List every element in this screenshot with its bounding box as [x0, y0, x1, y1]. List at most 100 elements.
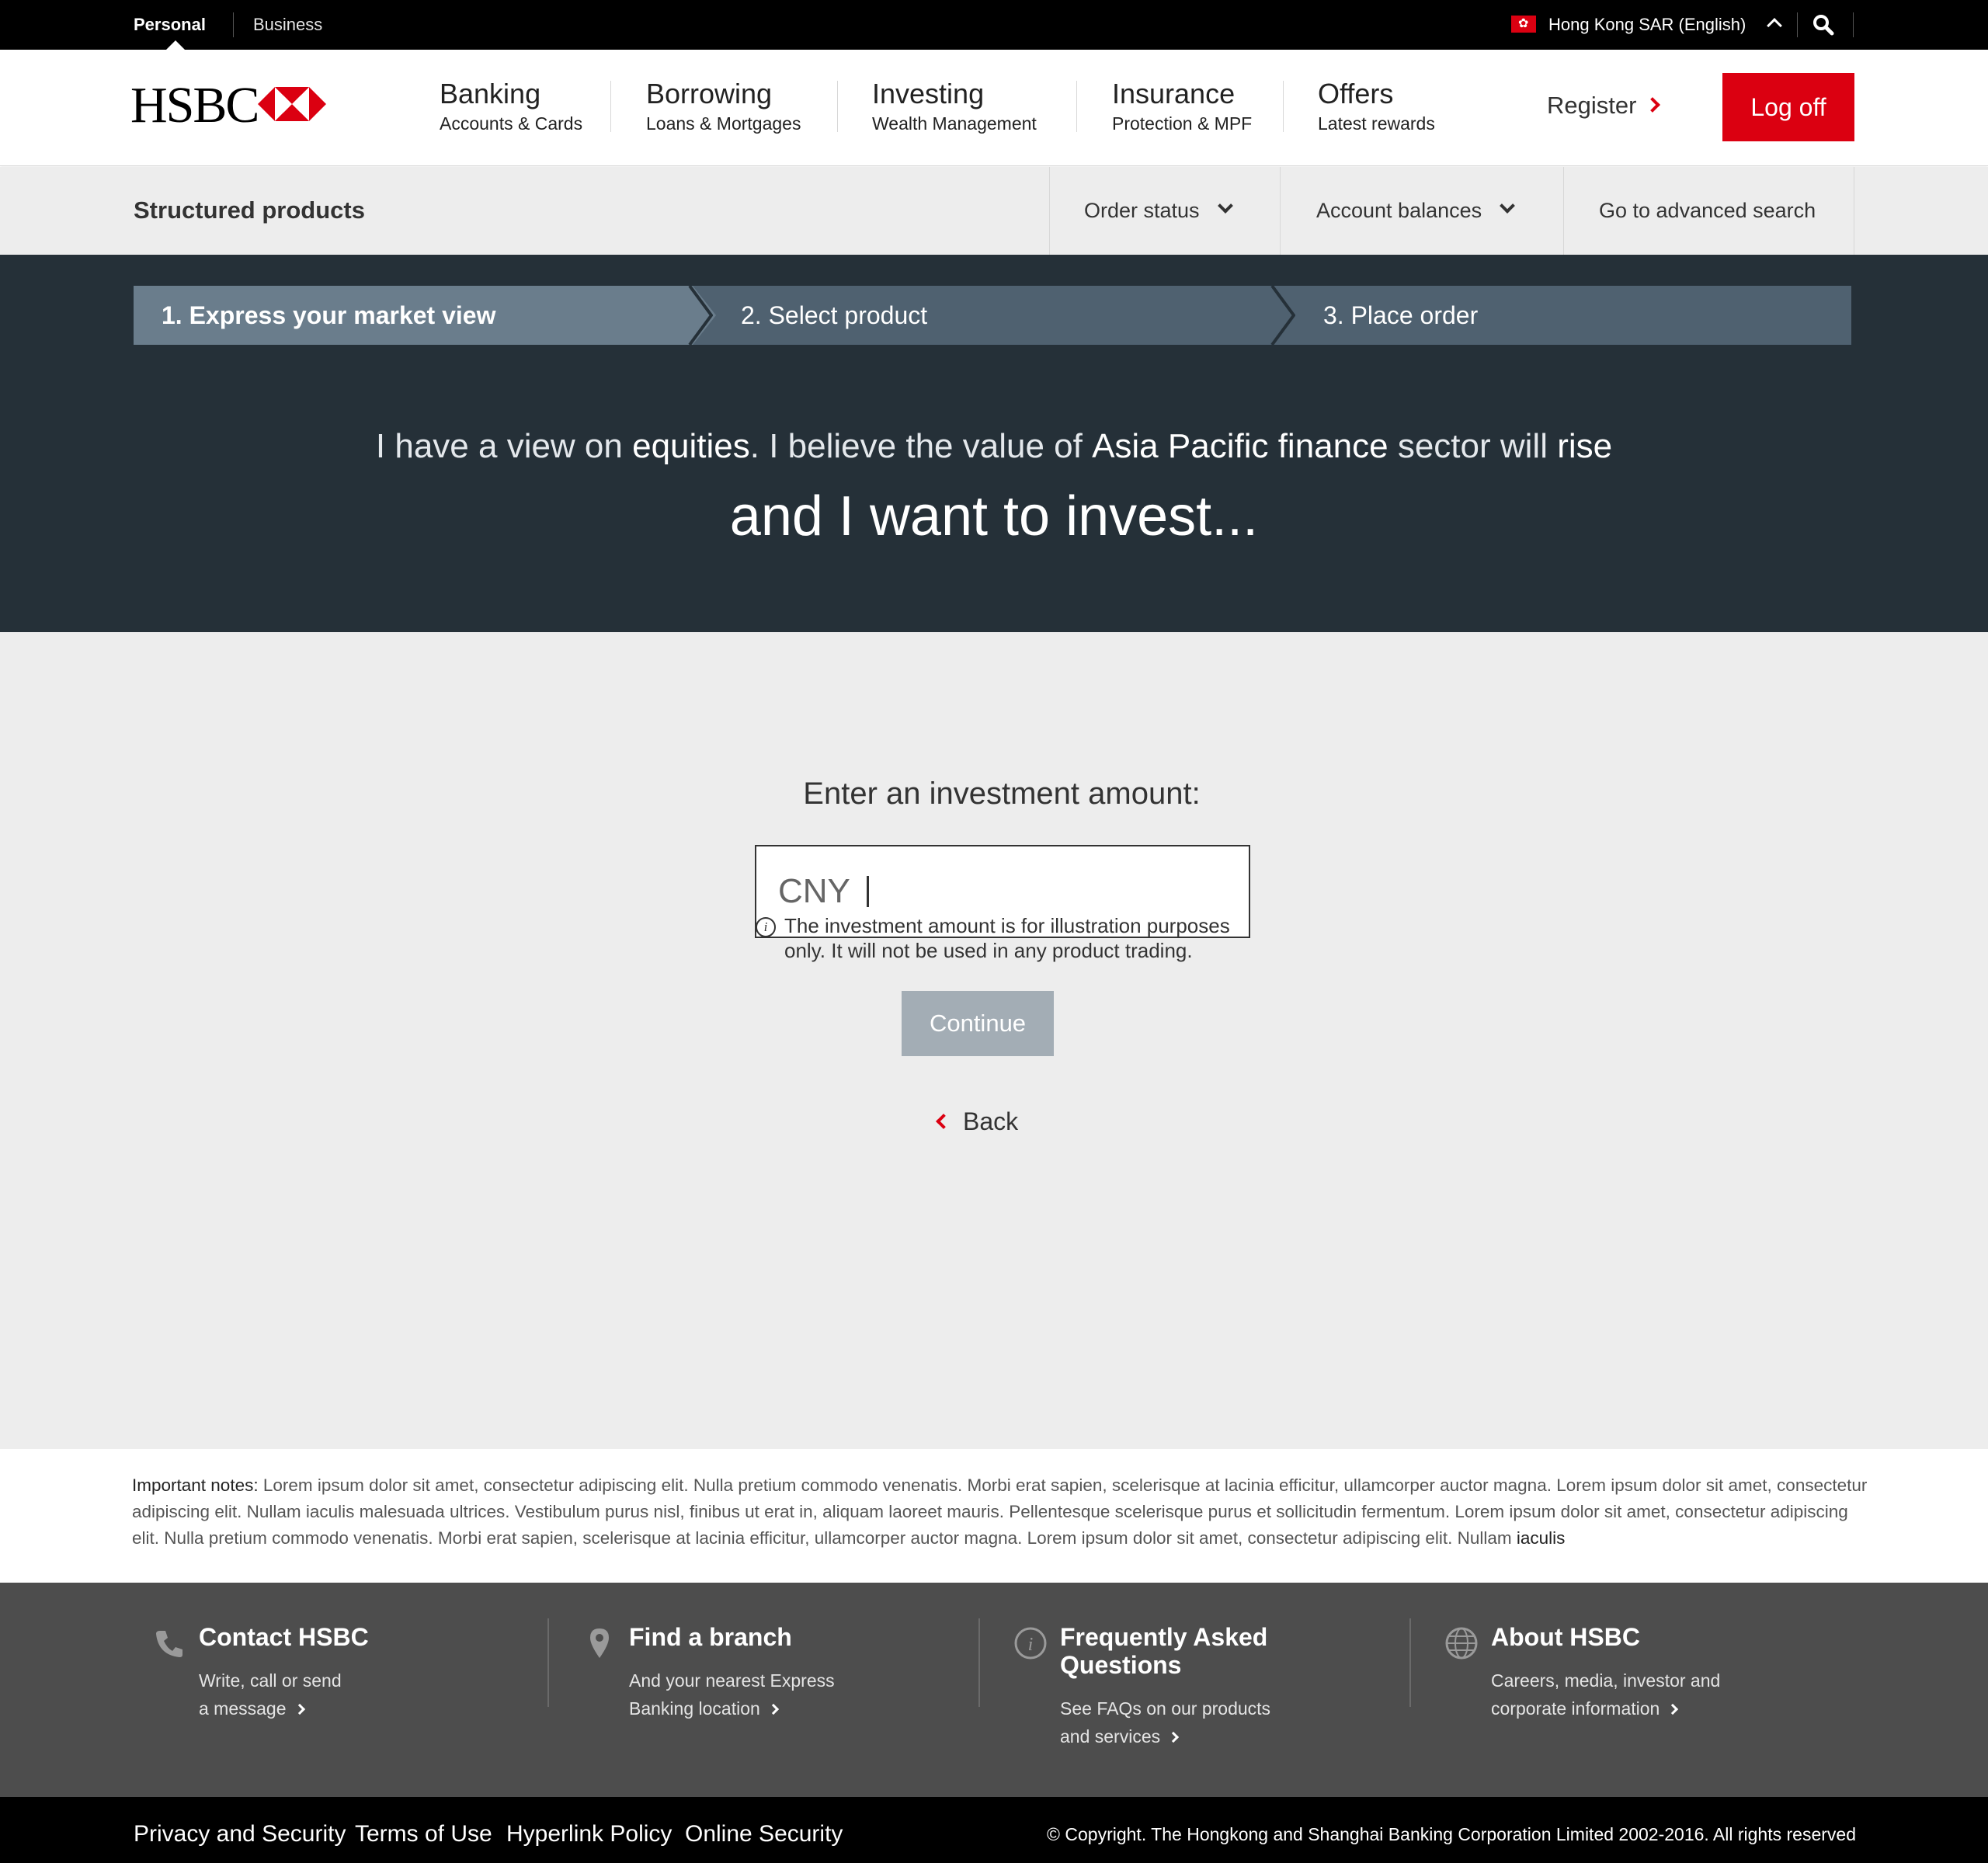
register-label: Register [1547, 92, 1637, 119]
footer-faq[interactable]: i Frequently Asked Questions See FAQs on … [1014, 1623, 1271, 1750]
footer-divider [547, 1618, 549, 1707]
step-separator [688, 286, 713, 345]
asset-class-selection[interactable]: equities [632, 427, 750, 465]
chevron-down-icon [1217, 198, 1233, 214]
order-status-label: Order status [1084, 199, 1200, 222]
direction-selection[interactable]: rise [1557, 427, 1612, 465]
notes-text: Lorem ipsum dolor sit amet, consectetur … [132, 1475, 1868, 1548]
footer-divider [978, 1618, 980, 1707]
market-view-statement: I have a view on equities. I believe the… [0, 427, 1988, 466]
footer-desc: See FAQs on our products and services [1060, 1698, 1271, 1747]
terms-of-use-link[interactable]: Terms of Use [355, 1797, 492, 1863]
chevron-right-icon [1667, 1703, 1679, 1715]
footer-desc: Write, call or send a message [199, 1670, 342, 1719]
hong-kong-flag-icon [1511, 16, 1536, 33]
chevron-right-icon [1168, 1731, 1180, 1743]
info-icon: i [756, 917, 776, 937]
top-bar: Personal Business Hong Kong SAR (English… [0, 0, 1988, 50]
hsbc-logo-text[interactable]: HSBC [130, 76, 259, 135]
active-tab-indicator [166, 40, 185, 50]
footer-title: Contact HSBC [199, 1623, 369, 1651]
nav-title: Investing [872, 78, 985, 109]
online-security-link[interactable]: Online Security [685, 1797, 843, 1863]
legal-bar: Privacy and Security Terms of Use Hyperl… [0, 1797, 1988, 1863]
hyperlink-policy-link[interactable]: Hyperlink Policy [506, 1797, 672, 1863]
info-icon: i [1014, 1627, 1047, 1660]
nav-title: Insurance [1112, 78, 1236, 109]
nav-insurance[interactable]: Insurance Protection & MPF [1112, 78, 1252, 134]
market-view-hero: 1. Express your market view 2. Select pr… [0, 255, 1988, 632]
log-off-button[interactable]: Log off [1722, 73, 1854, 141]
important-notes: Important notes: Lorem ipsum dolor sit a… [0, 1449, 1988, 1583]
section-title: Structured products [134, 196, 365, 224]
nav-divider [1076, 81, 1077, 132]
nav-offers[interactable]: Offers Latest rewards [1318, 78, 1435, 134]
divider [1797, 12, 1798, 37]
footer: Contact HSBC Write, call or send a messag… [0, 1583, 1988, 1797]
chevron-down-icon [1500, 198, 1516, 214]
copyright: © Copyright. The Hongkong and Shanghai B… [1047, 1824, 1856, 1844]
nav-borrowing[interactable]: Borrowing Loans & Mortgages [646, 78, 801, 134]
footer-about[interactable]: About HSBC Careers, media, investor and c… [1445, 1623, 1721, 1722]
step-2-label: 2. Select product [741, 301, 928, 329]
chevron-left-icon [936, 1114, 951, 1129]
location-pin-icon [590, 1628, 609, 1658]
step-1-label: 1. Express your market view [162, 301, 496, 329]
footer-desc: And your nearest Express Banking location [629, 1670, 835, 1719]
register-link[interactable]: Register [1547, 92, 1661, 120]
sub-navigation: Structured products Order status Account… [0, 167, 1988, 255]
back-label: Back [963, 1107, 1019, 1135]
nav-investing[interactable]: Investing Wealth Management [872, 78, 1037, 134]
nav-title: Borrowing [646, 78, 773, 109]
nav-banking[interactable]: Banking Accounts & Cards [440, 78, 582, 134]
sector-selection[interactable]: Asia Pacific finance [1092, 427, 1388, 465]
search-icon[interactable] [1812, 14, 1834, 36]
tab-business[interactable]: Business [253, 0, 322, 50]
phone-icon [156, 1631, 182, 1657]
footer-find-branch[interactable]: Find a branch And your nearest Express Ba… [590, 1623, 835, 1722]
footer-divider [1409, 1618, 1411, 1707]
globe-icon [1445, 1627, 1478, 1660]
statement-text: sector will [1388, 427, 1558, 465]
footer-desc: Careers, media, investor and corporate in… [1491, 1670, 1721, 1719]
chevron-right-icon [767, 1703, 779, 1715]
chevron-right-icon [1645, 97, 1661, 113]
back-link[interactable]: Back [936, 1107, 1019, 1136]
advanced-search-link[interactable]: Go to advanced search [1563, 167, 1854, 255]
statement-text: . I believe the value of [749, 427, 1093, 465]
divider [1853, 12, 1854, 37]
chevron-right-icon [294, 1703, 305, 1715]
progress-steps: 1. Express your market view 2. Select pr… [134, 286, 1851, 345]
footer-title: Find a branch [629, 1623, 792, 1651]
nav-subtitle: Protection & MPF [1112, 113, 1253, 134]
text-cursor [867, 876, 869, 907]
nav-subtitle: Accounts & Cards [440, 113, 583, 134]
footer-contact[interactable]: Contact HSBC Write, call or send a messag… [156, 1623, 369, 1722]
notes-label: Important notes: [132, 1475, 259, 1495]
footer-title: About HSBC [1491, 1623, 1640, 1651]
nav-divider [610, 81, 611, 132]
nav-subtitle: Loans & Mortgages [646, 113, 801, 134]
privacy-security-link[interactable]: Privacy and Security [134, 1797, 346, 1863]
nav-divider [837, 81, 838, 132]
continue-button[interactable]: Continue [902, 991, 1054, 1056]
divider [233, 12, 234, 37]
notes-paragraph: Important notes: Lorem ipsum dolor sit a… [132, 1472, 1872, 1552]
amount-disclaimer: The investment amount is for illustratio… [784, 914, 1230, 962]
step-3-label: 3. Place order [1323, 301, 1479, 329]
footer-title: Frequently Asked Questions [1060, 1623, 1268, 1679]
main-header: HSBC Banking Accounts & Cards Borrowing … [0, 50, 1988, 166]
nav-divider [1283, 81, 1284, 132]
investment-amount-section: Enter an investment amount: CNY i The in… [0, 632, 1988, 1449]
account-balances-label: Account balances [1316, 199, 1482, 222]
invest-heading: and I want to invest... [729, 485, 1259, 547]
amount-label: Enter an investment amount: [803, 777, 1201, 811]
hsbc-hexagon-logo-icon[interactable] [258, 87, 326, 121]
region-selector[interactable]: Hong Kong SAR (English) [1548, 0, 1746, 50]
order-status-dropdown[interactable]: Order status [1049, 167, 1280, 255]
advanced-search-label: Go to advanced search [1599, 199, 1816, 222]
chevron-up-icon[interactable] [1767, 18, 1782, 33]
nav-subtitle: Wealth Management [872, 113, 1037, 134]
nav-title: Offers [1318, 78, 1394, 109]
account-balances-dropdown[interactable]: Account balances [1280, 167, 1563, 255]
